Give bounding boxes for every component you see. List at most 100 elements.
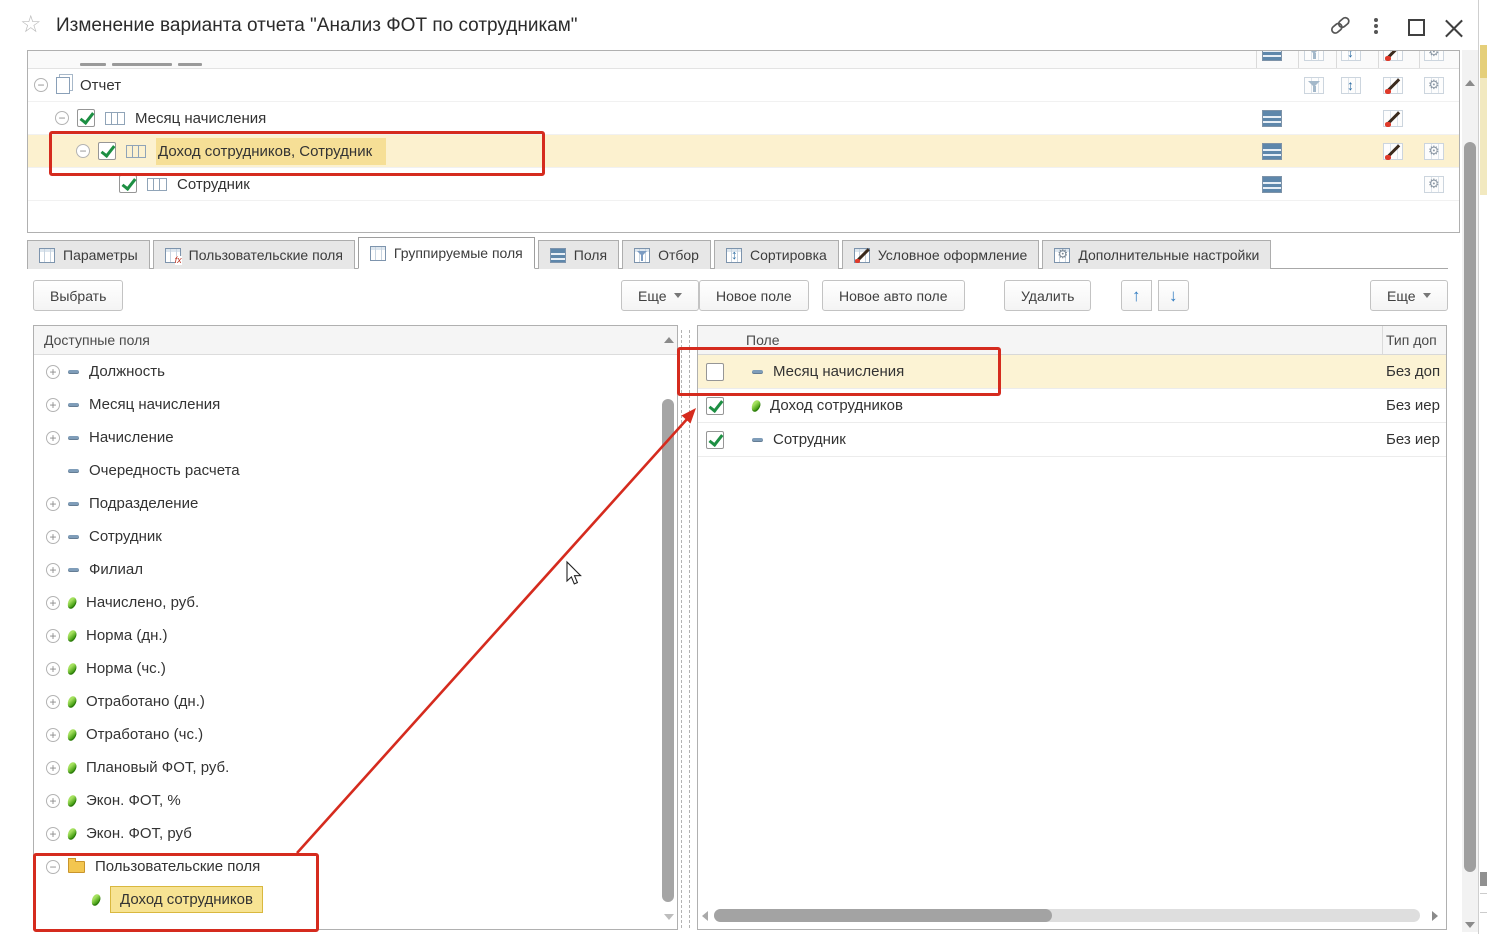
tab-gear[interactable]: Дополнительные настройки [1042,240,1272,269]
selected-fields-icon[interactable] [1262,143,1282,160]
scrollbar-thumb[interactable] [662,399,674,902]
available-field-item[interactable]: + Плановый ФОТ, руб. [34,751,677,784]
expander-icon[interactable]: + [46,793,60,808]
scrollbar-thumb[interactable] [1464,142,1476,872]
expander-icon[interactable]: − [46,859,60,874]
expander-icon[interactable]: + [46,562,60,577]
move-up-button[interactable]: ↑ [1121,280,1152,311]
checkbox[interactable] [98,142,116,160]
available-field-item[interactable]: + Начисление [34,421,677,454]
available-field-item[interactable]: Доход сотрудников [34,883,677,916]
expander-icon[interactable]: − [76,144,90,158]
expander-icon[interactable]: + [46,595,60,610]
tab-userfields[interactable]: Пользовательские поля [152,240,355,269]
link-icon[interactable] [1328,15,1352,35]
left-more-button[interactable]: Еще [621,280,699,311]
available-field-item[interactable]: + Экон. ФОТ, руб [34,817,677,850]
available-field-item[interactable]: + Отработано (дн.) [34,685,677,718]
available-field-item[interactable]: + Месяц начисления [34,388,677,421]
available-field-item[interactable]: + Сотрудник [34,520,677,553]
expander-icon[interactable]: + [46,628,60,643]
selected-fields-icon[interactable] [1262,176,1282,193]
available-field-item[interactable]: + Должность [34,355,677,388]
expander-icon[interactable]: + [46,397,60,412]
conditional-format-icon[interactable] [1383,77,1403,94]
tab-label: Поля [573,247,608,263]
grouping-field-row[interactable]: Доход сотрудников Без иер [698,389,1446,423]
maximize-icon[interactable] [1408,19,1425,36]
tab-parameters[interactable]: Параметры [27,240,150,269]
sort-icon[interactable] [1341,77,1361,94]
expander-icon[interactable]: + [46,529,60,544]
tab-groupfields[interactable]: Группируемые поля [357,237,535,269]
expander-icon[interactable]: + [46,694,60,709]
titlebar: Изменение варианта отчета "Анализ ФОТ по… [0,0,1487,48]
structure-row[interactable]: Сотрудник [28,168,1459,201]
menu-kebab-icon[interactable] [1374,18,1378,22]
available-field-item[interactable]: + Филиал [34,553,677,586]
settings-icon[interactable] [1424,77,1444,94]
select-button[interactable]: Выбрать [33,280,124,311]
measure-icon [66,628,78,643]
filter-icon[interactable] [1304,77,1324,94]
checkbox[interactable] [706,362,724,381]
scroll-right-icon[interactable] [1432,911,1438,921]
conditional-format-icon[interactable] [1383,110,1403,127]
conditional-format-icon[interactable] [1383,143,1403,160]
scroll-down-icon[interactable] [1465,922,1475,928]
scroll-down-icon[interactable] [664,914,674,920]
tab-fields[interactable]: Поля [537,240,620,269]
selected-fields-icon[interactable] [1262,110,1282,127]
delete-button[interactable]: Удалить [1004,280,1092,311]
settings-icon[interactable] [1424,143,1444,160]
tab-sort[interactable]: Сортировка [713,240,839,269]
available-field-item[interactable]: − Пользовательские поля [34,850,677,883]
new-field-button[interactable]: Новое поле [699,280,809,311]
scroll-left-icon[interactable] [702,911,708,921]
scroll-up-icon[interactable] [1465,80,1475,86]
available-field-item[interactable]: + Отработано (чс.) [34,718,677,751]
grouping-field-row[interactable]: Сотрудник Без иер [698,423,1446,457]
expander-icon[interactable]: + [46,364,60,379]
available-field-item[interactable]: + Экон. ФОТ, % [34,784,677,817]
structure-row[interactable]: − Отчет [28,69,1459,102]
window-scrollbar[interactable] [1462,50,1478,932]
checkbox[interactable] [77,109,95,127]
available-field-item[interactable]: + Норма (дн.) [34,619,677,652]
scrollbar-thumb[interactable] [714,909,1052,922]
available-field-item[interactable]: + Начислено, руб. [34,586,677,619]
grouping-icon [126,144,146,158]
available-field-item[interactable]: + Норма (чс.) [34,652,677,685]
tab-filter[interactable]: Отбор [622,240,711,269]
expander-icon[interactable]: − [34,78,48,92]
expander-icon[interactable]: + [46,496,60,511]
checkbox[interactable] [706,430,724,449]
field-label: Норма (дн.) [86,627,168,644]
structure-row[interactable]: − Доход сотрудников, Сотрудник [28,135,1459,168]
available-field-item[interactable]: + Подразделение [34,487,677,520]
close-icon[interactable] [1445,17,1463,35]
available-field-item[interactable]: Очередность расчета [34,454,677,487]
expander-icon[interactable]: − [55,111,69,125]
expander-icon[interactable]: + [46,760,60,775]
move-down-button[interactable]: ↓ [1158,280,1189,311]
tab-brush[interactable]: Условное оформление [841,240,1040,269]
expander-icon[interactable]: + [46,826,60,841]
checkbox[interactable] [706,396,724,415]
left-panel-scrollbar[interactable] [661,329,675,926]
horizontal-scrollbar[interactable] [701,907,1438,924]
right-more-button[interactable]: Еще [1370,280,1448,311]
favorite-star-icon[interactable] [20,10,42,39]
panel-splitter[interactable] [681,330,690,928]
structure-row[interactable]: − Месяц начисления [28,102,1459,135]
new-auto-field-button[interactable]: Новое авто поле [822,280,965,311]
report-variant-window: Изменение варианта отчета "Анализ ФОТ по… [0,0,1487,934]
field-label: Экон. ФОТ, % [86,792,181,809]
expander-icon[interactable]: + [46,430,60,445]
grouping-field-row[interactable]: Месяц начисления Без доп [698,355,1446,389]
scroll-up-icon[interactable] [664,337,674,343]
expander-icon[interactable]: + [46,727,60,742]
expander-icon[interactable]: + [46,661,60,676]
checkbox[interactable] [119,175,137,193]
settings-icon[interactable] [1424,176,1444,193]
